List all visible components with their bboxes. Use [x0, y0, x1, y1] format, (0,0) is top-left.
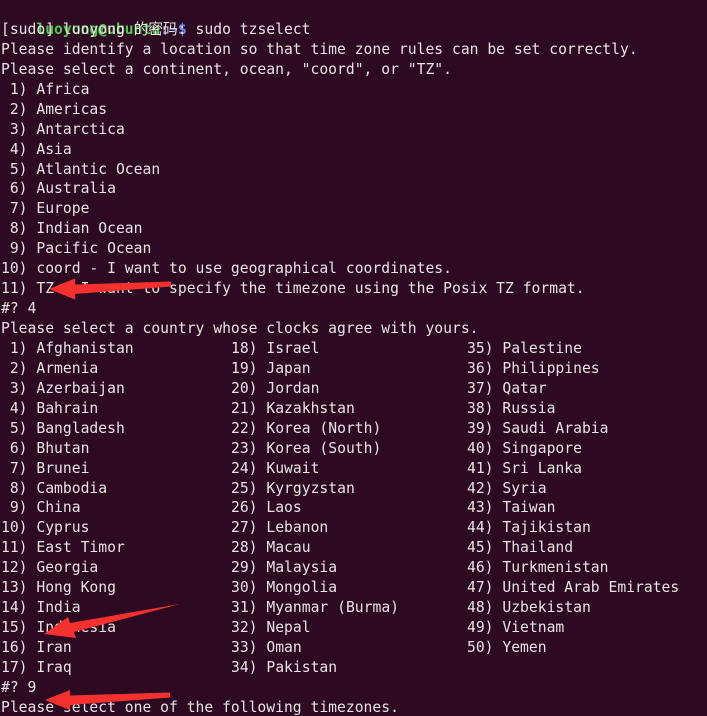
intro-line-2: Please select a continent, ocean, "coord…: [1, 60, 452, 78]
country-item[interactable]: 32) Nepal: [231, 618, 311, 638]
continent-item[interactable]: 8) Indian Ocean: [0, 219, 707, 239]
country-item[interactable]: 2) Armenia: [1, 359, 98, 379]
table-row: 11) East Timor 28) Macau 45) Thailand: [0, 538, 707, 558]
table-row: 14) India 31) Myanmar (Burma) 48) Uzbeki…: [0, 598, 707, 618]
country-item[interactable]: 39) Saudi Arabia: [467, 419, 608, 439]
country-item[interactable]: 15) Indonesia: [1, 618, 116, 638]
country-item[interactable]: 38) Russia: [467, 399, 555, 419]
continent-item[interactable]: 9) Pacific Ocean: [0, 239, 707, 259]
continent-item[interactable]: 6) Australia: [0, 179, 707, 199]
country-item[interactable]: 1) Afghanistan: [1, 339, 134, 359]
continent-item[interactable]: 1) Africa: [0, 80, 707, 100]
table-row: 10) Cyprus 27) Lebanon 44) Tajikistan: [0, 518, 707, 538]
country-item[interactable]: 28) Macau: [231, 538, 311, 558]
country-item[interactable]: 26) Laos: [231, 498, 302, 518]
country-item[interactable]: 48) Uzbekistan: [467, 598, 591, 618]
country-item[interactable]: 43) Taiwan: [467, 498, 555, 518]
country-item[interactable]: 17) Iraq: [1, 658, 72, 678]
answer-country-line[interactable]: #? 9: [0, 678, 707, 698]
country-item[interactable]: 12) Georgia: [1, 558, 98, 578]
country-item[interactable]: 33) Oman: [231, 638, 302, 658]
table-row: 12) Georgia 29) Malaysia 46) Turkmenista…: [0, 558, 707, 578]
table-row: 5) Bangladesh 22) Korea (North) 39) Saud…: [0, 419, 707, 439]
table-row: 3) Azerbaijan 20) Jordan 37) Qatar: [0, 379, 707, 399]
country-item[interactable]: 22) Korea (North): [231, 419, 381, 439]
country-item[interactable]: 16) Iran: [1, 638, 72, 658]
country-item[interactable]: 10) Cyprus: [1, 518, 89, 538]
country-item[interactable]: 3) Azerbaijan: [1, 379, 125, 399]
country-item[interactable]: 23) Korea (South): [231, 439, 381, 459]
continent-item[interactable]: 7) Europe: [0, 199, 707, 219]
table-row: 4) Bahrain 21) Kazakhstan 38) Russia: [0, 399, 707, 419]
country-item[interactable]: 34) Pakistan: [231, 658, 337, 678]
country-item[interactable]: 21) Kazakhstan: [231, 399, 355, 419]
country-item[interactable]: 50) Yemen: [467, 638, 547, 658]
country-item[interactable]: 14) India: [1, 598, 81, 618]
country-item[interactable]: 7) Brunei: [1, 459, 90, 479]
country-item[interactable]: 9) China: [1, 498, 81, 518]
country-item[interactable]: 49) Vietnam: [467, 618, 564, 638]
sudo-password-line: [sudo] luoyong 的密码:: [1, 20, 187, 38]
table-row: 2) Armenia 19) Japan 36) Philippines: [0, 359, 707, 379]
country-item[interactable]: 42) Syria: [467, 479, 547, 499]
continent-item[interactable]: 11) TZ - I want to specify the timezone …: [0, 279, 707, 299]
country-item[interactable]: 36) Philippines: [467, 359, 600, 379]
table-row: 13) Hong Kong 30) Mongolia 47) United Ar…: [0, 578, 707, 598]
country-item[interactable]: 46) Turkmenistan: [467, 558, 608, 578]
country-item[interactable]: 35) Palestine: [467, 339, 582, 359]
table-row: 7) Brunei 24) Kuwait 41) Sri Lanka: [0, 459, 707, 479]
country-item[interactable]: 6) Bhutan: [1, 439, 90, 459]
answer-continent-line[interactable]: #? 4: [0, 299, 707, 319]
country-prompt-line: Please select a country whose clocks agr…: [1, 320, 479, 337]
country-item[interactable]: 8) Cambodia: [1, 479, 107, 499]
continent-item[interactable]: 3) Antarctica: [0, 120, 707, 140]
country-item[interactable]: 31) Myanmar (Burma): [231, 598, 399, 618]
table-row: 9) China 26) Laos 43) Taiwan: [0, 498, 707, 518]
country-item[interactable]: 4) Bahrain: [1, 399, 98, 419]
country-item[interactable]: 24) Kuwait: [231, 459, 319, 479]
country-item[interactable]: 47) United Arab Emirates: [467, 578, 679, 598]
country-item[interactable]: 30) Mongolia: [231, 578, 337, 598]
country-item[interactable]: 25) Kyrgyzstan: [231, 479, 355, 499]
country-item[interactable]: 27) Lebanon: [231, 518, 328, 538]
shell-prompt-line: luoyong@ubuntu:~$ sudo tzselect: [0, 0, 707, 38]
continent-item[interactable]: 2) Americas: [0, 100, 707, 120]
terminal-window[interactable]: luoyong@ubuntu:~$ sudo tzselect [sudo] l…: [0, 0, 707, 716]
country-item[interactable]: 29) Malaysia: [231, 558, 337, 578]
country-item[interactable]: 40) Singapore: [467, 439, 582, 459]
country-item[interactable]: 44) Tajikistan: [467, 518, 591, 538]
table-row: 15) Indonesia 32) Nepal 49) Vietnam: [0, 618, 707, 638]
continent-item[interactable]: 10) coord - I want to use geographical c…: [0, 259, 707, 279]
table-row: 6) Bhutan 23) Korea (South) 40) Singapor…: [0, 439, 707, 459]
country-item[interactable]: 18) Israel: [231, 339, 319, 359]
country-item[interactable]: 11) East Timor: [1, 538, 125, 558]
continent-item[interactable]: 5) Atlantic Ocean: [0, 160, 707, 180]
country-item[interactable]: 19) Japan: [231, 359, 311, 379]
timezone-prompt-line: Please select one of the following timez…: [1, 698, 399, 716]
country-item[interactable]: 13) Hong Kong: [1, 578, 116, 598]
table-row: 17) Iraq 34) Pakistan: [0, 658, 707, 678]
country-item[interactable]: 20) Jordan: [231, 379, 319, 399]
country-item[interactable]: 45) Thailand: [467, 538, 573, 558]
continent-item[interactable]: 4) Asia: [0, 140, 707, 160]
country-item[interactable]: 41) Sri Lanka: [467, 459, 582, 479]
table-row: 8) Cambodia 25) Kyrgyzstan 42) Syria: [0, 479, 707, 499]
intro-line-1: Please identify a location so that time …: [1, 40, 638, 58]
table-row: 1) Afghanistan 18) Israel 35) Palestine: [0, 339, 707, 359]
country-item[interactable]: 37) Qatar: [467, 379, 547, 399]
country-item[interactable]: 5) Bangladesh: [1, 419, 125, 439]
table-row: 16) Iran 33) Oman 50) Yemen: [0, 638, 707, 658]
